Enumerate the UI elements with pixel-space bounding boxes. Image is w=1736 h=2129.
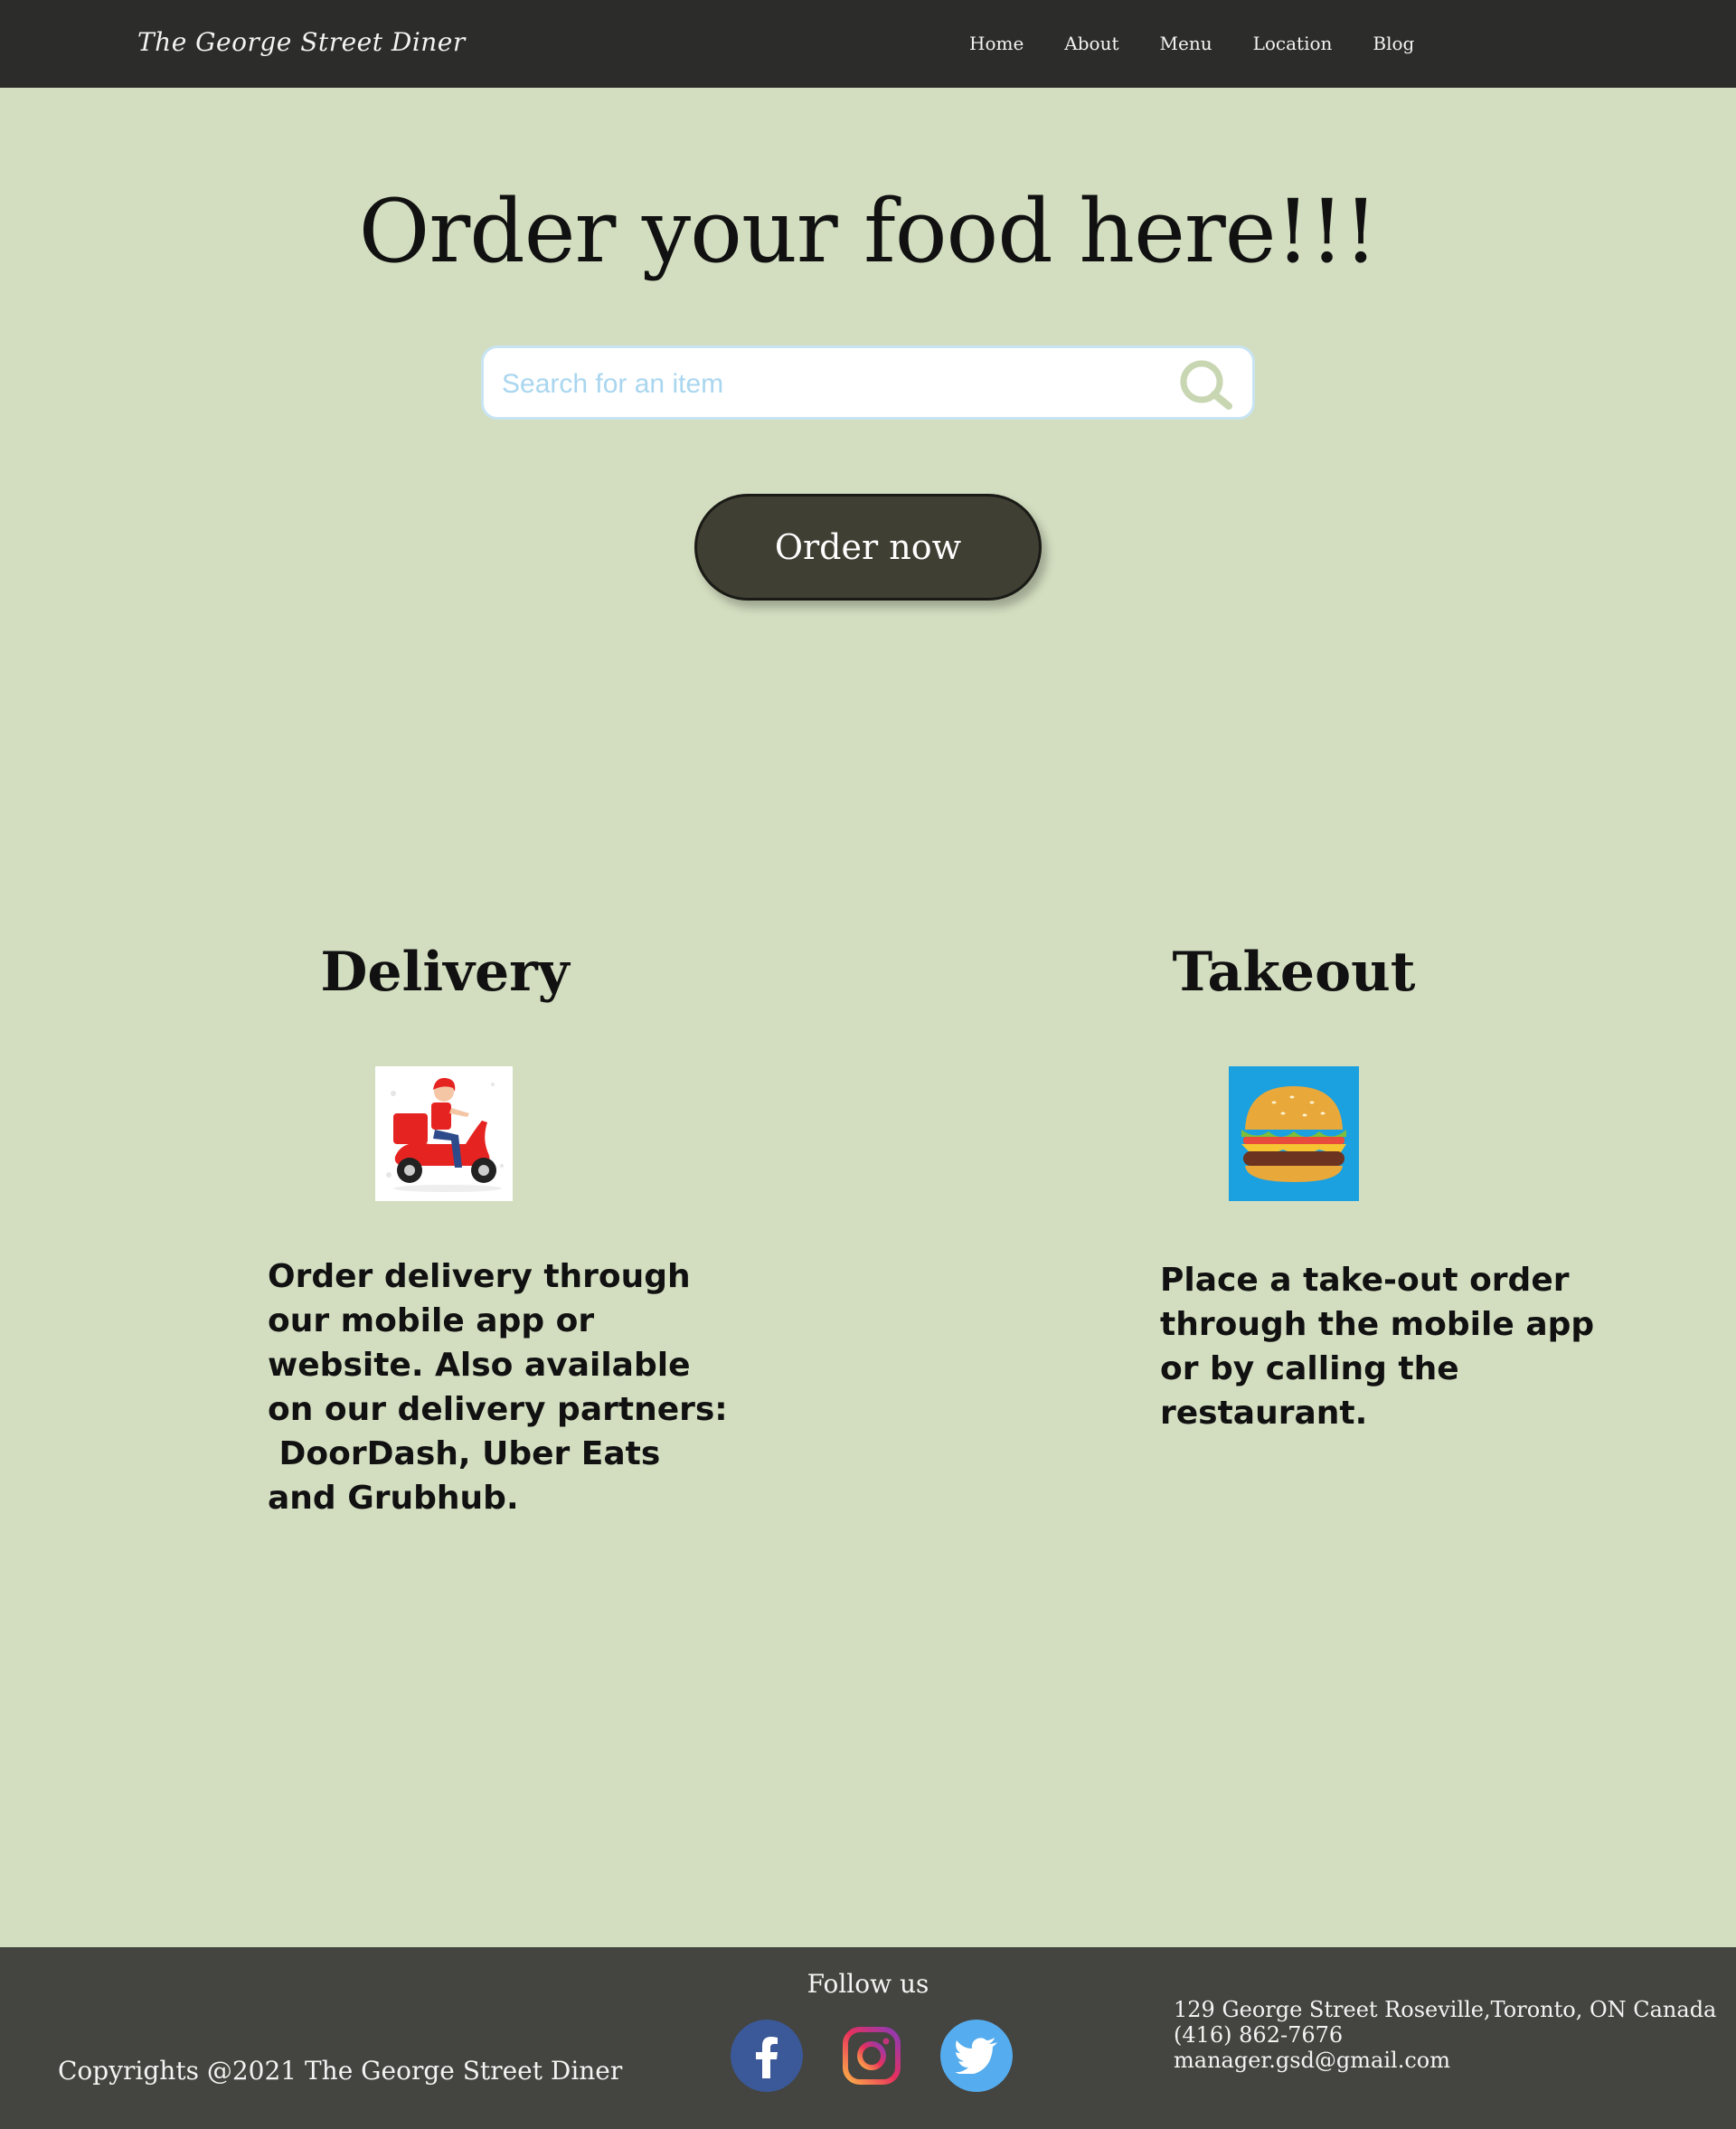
- nav-home[interactable]: Home: [969, 33, 1024, 54]
- page-title: Order your food here!!!: [358, 181, 1379, 282]
- address-text: 129 George Street Roseville,Toronto, ON …: [1174, 1997, 1717, 2022]
- delivery-heading: Delivery: [320, 941, 570, 1004]
- takeout-heading: Takeout: [1172, 941, 1416, 1004]
- nav-menu[interactable]: Menu: [1160, 33, 1212, 54]
- footer: Follow us Copyrights @2021 The George St…: [0, 1947, 1736, 2129]
- takeout-description: Place a take-out order through the mobil…: [1160, 1262, 1595, 1432]
- nav-about[interactable]: About: [1064, 33, 1118, 54]
- email-link[interactable]: manager.gsd@gmail.com: [1174, 2048, 1716, 2073]
- phone-text: (416) 862-7676: [1174, 2022, 1344, 2048]
- contact-info: 129 George Street Roseville,Toronto, ON …: [1174, 1997, 1716, 2073]
- instagram-icon[interactable]: [835, 2020, 908, 2092]
- burger-image: [1229, 1066, 1359, 1201]
- search-input[interactable]: [500, 361, 1191, 408]
- nav-location[interactable]: Location: [1253, 33, 1333, 54]
- facebook-icon[interactable]: [731, 2020, 803, 2092]
- follow-us-label: Follow us: [807, 1969, 929, 1999]
- top-nav-bar: The George Street Diner Home About Menu …: [0, 0, 1736, 88]
- search-box: [481, 345, 1255, 420]
- site-brand[interactable]: The George Street Diner: [137, 27, 466, 57]
- scooter-delivery-image: [375, 1066, 513, 1201]
- order-now-button[interactable]: Order now: [694, 494, 1042, 601]
- twitter-icon[interactable]: [940, 2020, 1013, 2092]
- copyright-text: Copyrights @2021 The George Street Diner: [58, 2056, 623, 2086]
- social-links: [731, 2020, 1013, 2092]
- nav-blog[interactable]: Blog: [1373, 33, 1414, 54]
- main-nav: Home About Menu Location Blog: [969, 33, 1455, 54]
- delivery-description: Order delivery through our mobile app or…: [268, 1258, 728, 1517]
- search-icon[interactable]: [1175, 357, 1238, 415]
